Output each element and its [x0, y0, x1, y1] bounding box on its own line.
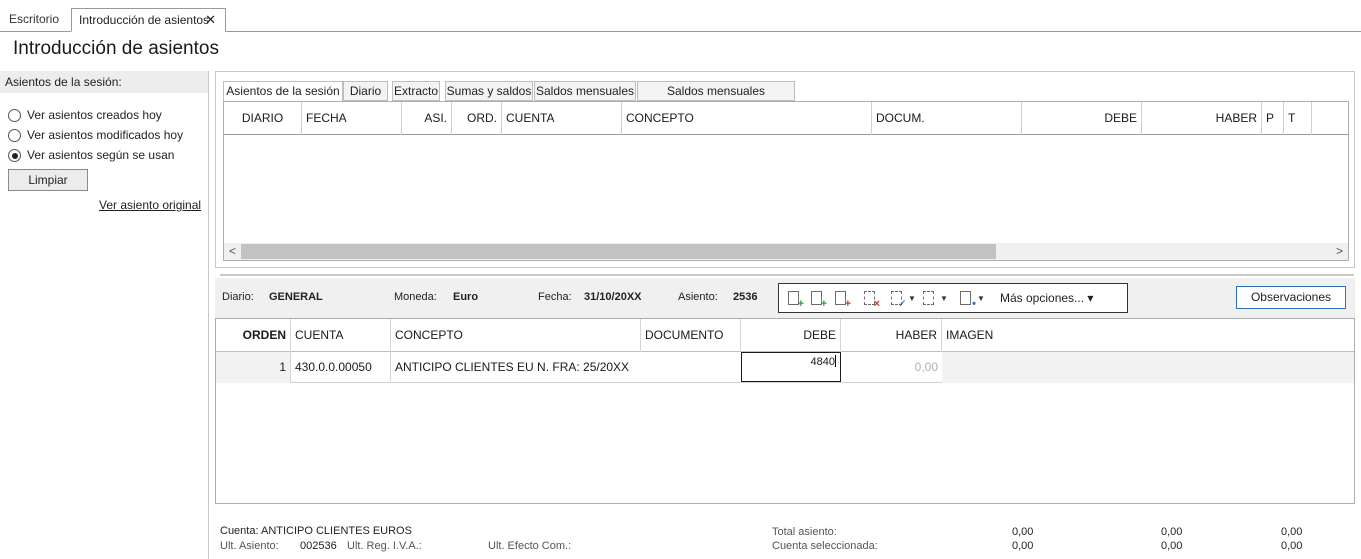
col-haber[interactable]: HABER	[841, 319, 942, 352]
footer-cuenta: Cuenta: ANTICIPO CLIENTES EUROS	[220, 525, 412, 537]
radio-label: Ver asientos creados hoy	[27, 108, 162, 122]
cell-imagen[interactable]	[942, 352, 1354, 383]
col-t[interactable]: T	[1284, 102, 1312, 135]
col-documento[interactable]: DOCUMENTO	[641, 319, 741, 352]
cell-orden: 1	[216, 352, 291, 383]
col-ord[interactable]: ORD.	[452, 102, 502, 135]
grid-header: DIARIO FECHA ASI. ORD. CUENTA CONCEPTO D…	[224, 102, 1348, 135]
fecha-label: Fecha:	[538, 291, 572, 303]
table-row[interactable]: 1 430.0.0.00050 ANTICIPO CLIENTES EU N. …	[216, 352, 1354, 383]
top-tab-bar: Escritorio Introducción de asientos ✕	[0, 0, 1361, 32]
col-asi[interactable]: ASI.	[402, 102, 452, 135]
asiento-value: 2536	[733, 291, 758, 303]
session-entries-grid[interactable]: DIARIO FECHA ASI. ORD. CUENTA CONCEPTO D…	[223, 101, 1349, 261]
horizontal-scrollbar[interactable]: < >	[224, 243, 1348, 260]
tab-asientos-sesion[interactable]: Asientos de la sesión	[223, 81, 343, 102]
cell-documento[interactable]	[641, 352, 741, 383]
total-haber: 0,00	[1161, 526, 1183, 538]
fecha-value: 31/10/20XX	[584, 291, 642, 303]
tab-diario[interactable]: Diario	[343, 81, 388, 101]
radio-circle-icon	[8, 109, 21, 122]
col-concepto[interactable]: CONCEPTO	[622, 102, 872, 135]
tab-saldos-mensuales-columnas[interactable]: Saldos mensuales (columnas)	[637, 81, 795, 116]
tab-introduccion-asientos[interactable]: Introducción de asientos ✕	[71, 8, 226, 32]
observaciones-button[interactable]: Observaciones	[1236, 286, 1346, 309]
clear-button[interactable]: Limpiar	[8, 169, 88, 191]
moneda-label: Moneda:	[394, 291, 437, 303]
close-icon[interactable]: ✕	[205, 9, 216, 31]
copy-icon[interactable]: ▼	[923, 291, 948, 308]
tab-sumas-saldos[interactable]: Sumas y saldos	[445, 81, 533, 101]
insert-line-icon[interactable]: +	[811, 291, 827, 310]
diario-label: Diario:	[222, 291, 254, 303]
tab-extracto[interactable]: Extracto	[392, 81, 440, 101]
debe-input-value: 4840	[810, 356, 835, 368]
ult-asiento-label: Ult. Asiento:	[220, 540, 279, 552]
total-debe: 0,00	[1012, 526, 1034, 538]
radio-circle-icon	[8, 129, 21, 142]
radio-label: Ver asientos modificados hoy	[27, 128, 184, 142]
tab-saldos-mensuales[interactable]: Saldos mensuales	[534, 81, 636, 101]
cuenta-debe: 0,00	[1012, 540, 1034, 552]
ult-efecto-label: Ult. Efecto Com.:	[488, 540, 572, 552]
cuenta-seleccionada-label: Cuenta seleccionada:	[772, 540, 878, 552]
validate-icon[interactable]: ✓ ▼	[891, 291, 916, 310]
new-line-icon[interactable]: +	[788, 291, 804, 310]
scroll-thumb[interactable]	[241, 244, 996, 259]
entry-info-bar: Diario: GENERAL Moneda: Euro Fecha: 31/1…	[215, 278, 1355, 318]
radio-label: Ver asientos según se usan	[27, 148, 175, 162]
col-docum[interactable]: DOCUM.	[872, 102, 1022, 135]
col-cuenta[interactable]: CUENTA	[291, 319, 391, 352]
total-saldo: 0,00	[1281, 526, 1303, 538]
cell-concepto[interactable]: ANTICIPO CLIENTES EU N. FRA: 25/20XX	[391, 352, 641, 383]
col-debe[interactable]: DEBE	[1022, 102, 1142, 135]
ult-asiento-value: 002536	[300, 540, 337, 552]
panel-splitter[interactable]	[220, 274, 1354, 276]
col-haber[interactable]: HABER	[1142, 102, 1262, 135]
scroll-right-icon[interactable]: >	[1331, 243, 1348, 260]
radio-selected-icon	[8, 149, 21, 162]
asiento-label: Asiento:	[678, 291, 718, 303]
col-diario[interactable]: DIARIO	[224, 102, 302, 135]
cuenta-saldo: 0,00	[1281, 540, 1303, 552]
session-panel: Asientos de la sesión: Ver asientos crea…	[0, 71, 209, 559]
col-cuenta[interactable]: CUENTA	[502, 102, 622, 135]
entry-toolbar: + + + × ✓ ▼ ▼ • ▼ Más opciones... ▾	[778, 283, 1128, 313]
page-title: Introducción de asientos	[13, 38, 219, 59]
more-options-menu[interactable]: Más opciones... ▾	[1000, 291, 1093, 305]
cuenta-haber: 0,00	[1161, 540, 1183, 552]
session-panel-header: Asientos de la sesión:	[0, 71, 208, 93]
col-p[interactable]: P	[1262, 102, 1284, 135]
text-caret	[835, 355, 836, 367]
delete-line-icon[interactable]: ×	[864, 291, 880, 310]
col-orden[interactable]: ORDEN	[216, 319, 291, 352]
add-line-icon[interactable]: +	[835, 291, 851, 310]
tab-label: Introducción de asientos	[79, 13, 210, 27]
col-concepto[interactable]: CONCEPTO	[391, 319, 641, 352]
moneda-value: Euro	[453, 291, 479, 303]
scroll-left-icon[interactable]: <	[224, 243, 241, 260]
footer-cuenta-label: Cuenta:	[220, 525, 259, 537]
cell-cuenta[interactable]: 430.0.0.00050	[291, 352, 391, 383]
footer-cuenta-value: ANTICIPO CLIENTES EUROS	[260, 525, 412, 537]
document-icon[interactable]: • ▼	[960, 291, 985, 310]
tab-escritorio[interactable]: Escritorio	[9, 8, 59, 32]
entry-lines-grid[interactable]: ORDEN CUENTA CONCEPTO DOCUMENTO DEBE HAB…	[215, 318, 1355, 504]
ult-reg-iva-label: Ult. Reg. I.V.A.:	[347, 540, 422, 552]
session-entries-panel: Asientos de la sesión Diario Extracto Su…	[215, 71, 1355, 268]
diario-value: GENERAL	[269, 291, 323, 303]
col-imagen[interactable]: IMAGEN	[942, 319, 1354, 352]
total-asiento-label: Total asiento:	[772, 526, 837, 538]
col-fecha[interactable]: FECHA	[302, 102, 402, 135]
cell-haber[interactable]: 0,00	[841, 352, 942, 383]
entry-grid-header: ORDEN CUENTA CONCEPTO DOCUMENTO DEBE HAB…	[216, 319, 1354, 352]
col-debe[interactable]: DEBE	[741, 319, 841, 352]
view-original-link[interactable]: Ver asiento original	[99, 198, 201, 212]
debe-input[interactable]: 4840	[741, 352, 841, 382]
